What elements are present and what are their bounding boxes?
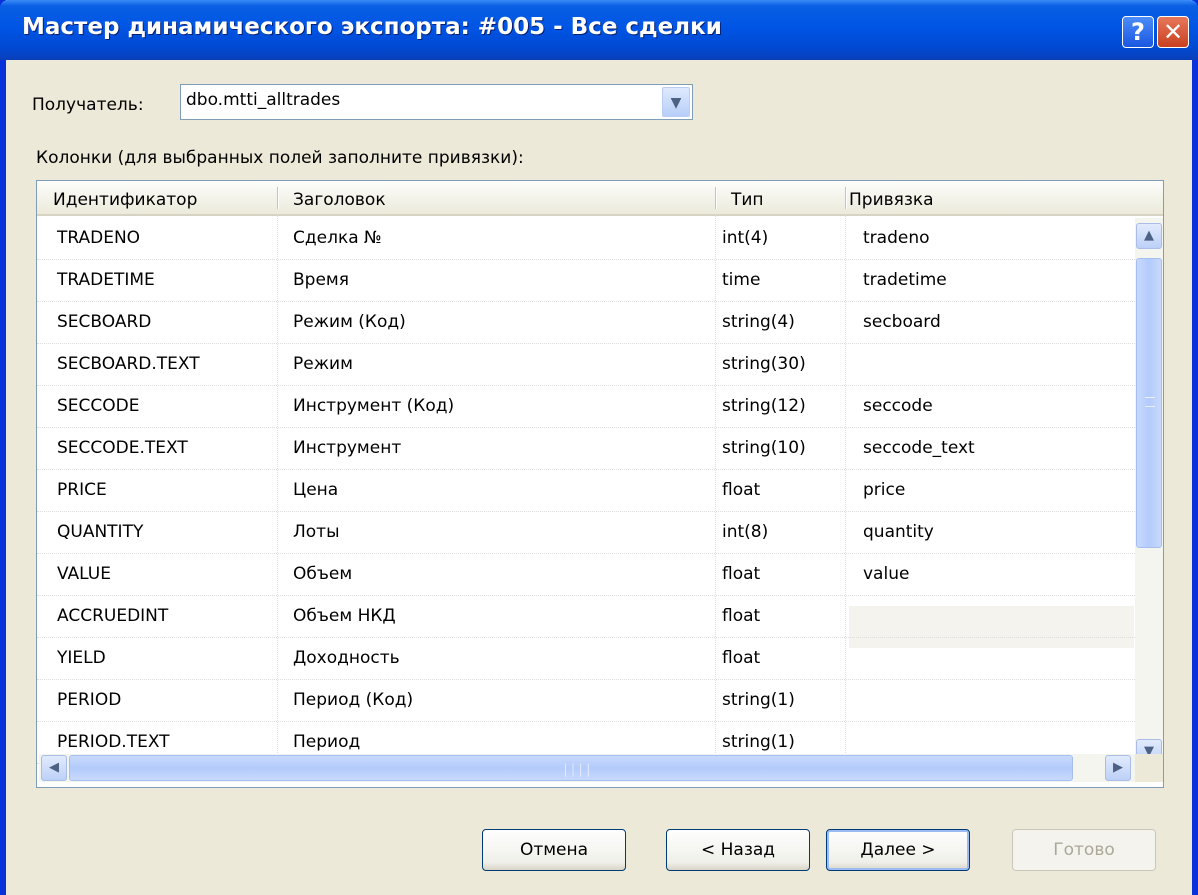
cell-type: float — [722, 564, 761, 584]
table-row[interactable]: YIELD Доходность float — [37, 637, 1137, 680]
cell-identifier: ACCRUEDINT — [57, 606, 169, 626]
cell-title: Цена — [293, 480, 339, 500]
cell-identifier: SECBOARD — [57, 312, 152, 332]
header-type[interactable]: Тип — [731, 190, 764, 210]
cell-type: float — [722, 606, 761, 626]
cell-title: Время — [293, 270, 349, 290]
cell-title: Инструмент — [293, 438, 402, 458]
cell-identifier: PERIOD — [57, 690, 122, 710]
chevron-down-icon[interactable]: ▼ — [662, 87, 690, 117]
cell-title: Доходность — [293, 648, 400, 668]
header-separator[interactable] — [845, 187, 846, 209]
cell-identifier: PRICE — [57, 480, 107, 500]
scroll-left-icon[interactable]: ◀ — [41, 755, 67, 781]
cell-title: Объем НКД — [293, 606, 396, 626]
header-identifier[interactable]: Идентификатор — [53, 190, 197, 210]
cell-type: int(4) — [722, 228, 769, 248]
cell-binding[interactable]: seccode — [863, 396, 933, 416]
cell-type: string(12) — [722, 396, 806, 416]
cell-title: Режим — [293, 354, 353, 374]
cell-binding[interactable]: price — [863, 480, 905, 500]
table-row[interactable]: TRADENO Сделка № int(4) tradeno — [37, 217, 1137, 260]
vertical-scrollbar[interactable]: ▲ ▼ — [1135, 218, 1163, 770]
cell-identifier: TRADENO — [57, 228, 141, 248]
cancel-button[interactable]: Отмена — [482, 829, 626, 871]
cell-title: Режим (Код) — [293, 312, 406, 332]
recipient-label: Получатель: — [32, 95, 144, 115]
cell-type: string(30) — [722, 354, 806, 374]
table-row[interactable]: SECBOARD.TEXT Режим string(30) — [37, 343, 1137, 386]
header-separator — [1163, 187, 1164, 209]
back-button[interactable]: < Назад — [666, 829, 810, 871]
table-row[interactable]: VALUE Объем float value — [37, 553, 1137, 596]
header-separator[interactable] — [277, 187, 278, 209]
columns-label: Колонки (для выбранных полей заполните п… — [36, 148, 524, 168]
table-row[interactable]: ACCRUEDINT Объем НКД float — [37, 595, 1137, 638]
cell-title: Инструмент (Код) — [293, 396, 455, 416]
scrollbar-corner — [1135, 754, 1163, 782]
cell-binding[interactable]: quantity — [863, 522, 934, 542]
help-button[interactable]: ? — [1122, 16, 1154, 48]
cell-title: Период (Код) — [293, 690, 414, 710]
close-button[interactable]: ✕ — [1157, 16, 1189, 48]
grip-icon — [1145, 397, 1155, 407]
cell-identifier: SECCODE — [57, 396, 140, 416]
cell-type: int(8) — [722, 522, 769, 542]
cell-title: Объем — [293, 564, 353, 584]
table-row[interactable]: QUANTITY Лоты int(8) quantity — [37, 511, 1137, 554]
cell-identifier: SECBOARD.TEXT — [57, 354, 200, 374]
table-row[interactable]: SECCODE Инструмент (Код) string(12) secc… — [37, 385, 1137, 428]
title-bar[interactable]: Мастер динамического экспорта: #005 - Вс… — [0, 0, 1198, 60]
listview-header: Идентификатор Заголовок Тип Привязка — [37, 181, 1163, 216]
header-binding[interactable]: Привязка — [849, 190, 934, 210]
cell-binding[interactable]: secboard — [863, 312, 941, 332]
window-title: Мастер динамического экспорта: #005 - Вс… — [22, 14, 722, 40]
horizontal-scrollbar[interactable]: ◀ ││││ ▶ — [39, 754, 1135, 782]
cell-title: Сделка № — [293, 228, 382, 248]
scroll-right-icon[interactable]: ▶ — [1105, 755, 1131, 781]
cell-binding[interactable]: seccode_text — [863, 438, 975, 458]
cell-identifier: YIELD — [57, 648, 106, 668]
header-separator[interactable] — [715, 187, 716, 209]
scroll-up-icon[interactable]: ▲ — [1136, 223, 1162, 249]
table-row[interactable]: PERIOD Период (Код) string(1) — [37, 679, 1137, 722]
cell-binding[interactable]: value — [863, 564, 909, 584]
table-row[interactable]: SECCODE.TEXT Инструмент string(10) secco… — [37, 427, 1137, 470]
cell-identifier: TRADETIME — [57, 270, 155, 290]
cell-type: float — [722, 480, 761, 500]
table-row[interactable]: TRADETIME Время time tradetime — [37, 259, 1137, 302]
cell-type: string(1) — [722, 690, 795, 710]
table-row[interactable]: SECBOARD Режим (Код) string(4) secboard — [37, 301, 1137, 344]
cell-identifier: PERIOD.TEXT — [57, 732, 170, 752]
vertical-scroll-thumb[interactable] — [1136, 258, 1162, 548]
columns-listview[interactable]: Идентификатор Заголовок Тип Привязка TRA… — [36, 180, 1164, 788]
recipient-combobox[interactable]: dbo.mtti_alltrades ▼ — [180, 84, 693, 120]
cell-title: Период — [293, 732, 361, 752]
cell-type: string(4) — [722, 312, 795, 332]
cell-identifier: VALUE — [57, 564, 111, 584]
grip-icon: ││││ — [562, 764, 593, 777]
cell-title: Лоты — [293, 522, 340, 542]
cell-type: time — [722, 270, 761, 290]
table-row[interactable]: PRICE Цена float price — [37, 469, 1137, 512]
horizontal-scroll-thumb[interactable]: ││││ — [69, 755, 1073, 781]
cell-type: string(10) — [722, 438, 806, 458]
cell-identifier: SECCODE.TEXT — [57, 438, 188, 458]
cell-identifier: QUANTITY — [57, 522, 144, 542]
cell-binding[interactable]: tradeno — [863, 228, 930, 248]
cell-type: float — [722, 648, 761, 668]
cell-binding[interactable]: tradetime — [863, 270, 947, 290]
header-title[interactable]: Заголовок — [293, 190, 386, 210]
finish-button: Готово — [1012, 829, 1156, 871]
cell-type: string(1) — [722, 732, 795, 752]
recipient-value: dbo.mtti_alltrades — [186, 90, 341, 110]
next-button[interactable]: Далее > — [826, 829, 970, 871]
